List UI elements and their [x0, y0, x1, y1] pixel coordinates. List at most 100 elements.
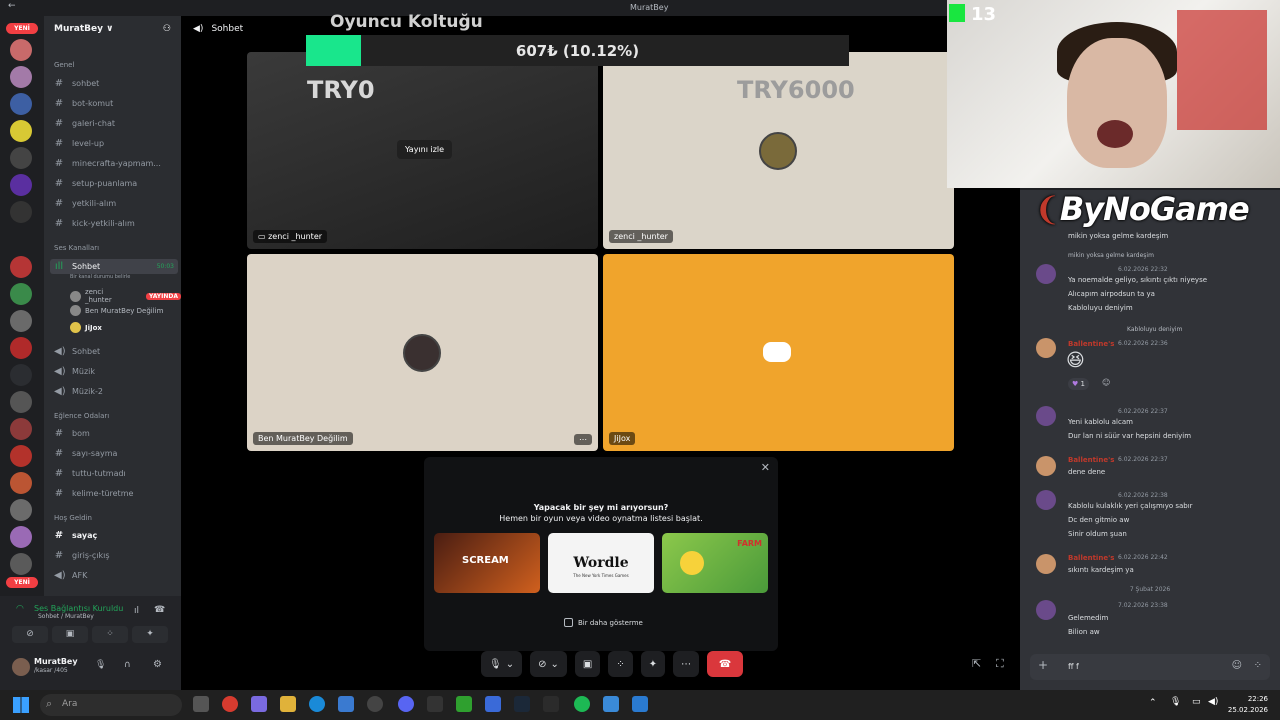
game-card-wordle[interactable]: Wordle The New York Times Games [548, 533, 654, 593]
discord-icon[interactable] [398, 696, 414, 712]
disconnect-button[interactable]: ☎ [707, 651, 744, 677]
avatar[interactable] [1036, 338, 1056, 358]
camera-toggle-button[interactable]: ⊘ [12, 626, 48, 643]
game-card-farm[interactable]: FARM [662, 533, 768, 593]
channel-item[interactable]: # kelime-türetme [54, 488, 174, 499]
server-icon[interactable] [10, 174, 32, 196]
channel-item[interactable]: # minecrafta-yapmam... [54, 158, 174, 169]
avatar[interactable] [12, 658, 30, 676]
edge-icon[interactable] [309, 696, 325, 712]
message-author[interactable]: Ballentine's [1068, 554, 1114, 562]
camera-button[interactable]: ⊘ ⌄ [530, 651, 567, 677]
participant-tile[interactable]: JiJox [603, 254, 954, 451]
app-icon[interactable] [485, 696, 501, 712]
server-icon[interactable] [10, 39, 32, 61]
server-icon[interactable] [10, 499, 32, 521]
mic-button[interactable]: 🎙 ⌄ [481, 651, 523, 677]
channel-item[interactable]: # giriş-çıkış [54, 550, 174, 561]
back-arrow-icon[interactable]: ← [8, 1, 16, 11]
close-icon[interactable]: ✕ [761, 461, 770, 474]
avatar[interactable] [1036, 490, 1056, 510]
activities-button[interactable]: ⁘ [608, 651, 633, 677]
server-icon[interactable] [10, 256, 32, 278]
start-icon[interactable] [13, 697, 29, 713]
server-icon[interactable] [10, 418, 32, 440]
channel-item[interactable]: # kick-yetkili-alım [54, 218, 174, 229]
channel-item[interactable]: # level-up [54, 138, 174, 149]
server-icon[interactable] [10, 310, 32, 332]
avatar[interactable] [1036, 554, 1056, 574]
channel-item[interactable]: # bot-komut [54, 98, 174, 109]
copilot-icon[interactable] [251, 696, 267, 712]
notepad-icon[interactable] [632, 696, 648, 712]
channel-item[interactable]: # yetkili-alım [54, 198, 174, 209]
guild-header[interactable]: MuratBey ∨ ⚇ [44, 16, 181, 44]
more-icon[interactable]: ⋯ [574, 434, 592, 445]
reaction-heart[interactable]: ♥ 1 [1068, 378, 1089, 390]
server-icon[interactable] [10, 472, 32, 494]
channel-item[interactable]: # sayı-sayma [54, 448, 174, 459]
connection-status[interactable]: Ses Bağlantısı Kuruldu [34, 604, 123, 613]
chrome-icon[interactable] [222, 696, 238, 712]
avatar[interactable] [1036, 264, 1056, 284]
game-card-scream[interactable]: SCREAM [434, 533, 540, 593]
activities-button[interactable]: ⁘ [92, 626, 128, 643]
disconnect-icon[interactable]: ☎ [154, 605, 165, 615]
voice-user[interactable]: zenci _hunter YAYINDA [70, 288, 181, 304]
message-reply-preview[interactable]: Kabloluyu deniyim [1127, 326, 1182, 333]
minecraft-icon[interactable] [456, 696, 472, 712]
server-icon[interactable] [10, 201, 32, 223]
server-icon[interactable] [10, 337, 32, 359]
apps-icon[interactable]: ⁘ [1254, 660, 1262, 671]
voice-channel-active[interactable]: ıll Sohbet 50:03 [50, 259, 178, 274]
add-member-icon[interactable]: ⚇ [163, 24, 171, 36]
voice-channel[interactable]: ◀) Müzik-2 [54, 386, 174, 397]
spotify-icon[interactable] [574, 696, 590, 712]
voice-user[interactable]: JiJox [70, 322, 102, 333]
server-icon[interactable] [10, 66, 32, 88]
gear-icon[interactable]: ⚙ [153, 659, 162, 670]
stream-tile[interactable]: Yayını izle ▭ zenci _hunter [247, 52, 598, 249]
server-icon[interactable] [10, 445, 32, 467]
server-icon[interactable] [10, 526, 32, 548]
avatar[interactable] [1036, 406, 1056, 426]
chevron-up-icon[interactable]: ⌃ [1149, 698, 1157, 708]
channel-item[interactable]: # setup-puanlama [54, 178, 174, 189]
category-welcome[interactable]: Hoş Geldin [54, 514, 92, 522]
channel-item[interactable]: ◀) AFK [54, 570, 174, 581]
category-fun[interactable]: Eğlence Odaları [54, 412, 109, 420]
mic-icon[interactable]: 🎙 [95, 660, 106, 670]
channel-item[interactable]: # sayaç [54, 530, 174, 541]
message-author[interactable]: Ballentine's [1068, 456, 1114, 464]
screen-share-button[interactable]: ▣ [52, 626, 88, 643]
message-author[interactable]: Ballentine's [1068, 340, 1114, 348]
popout-icon[interactable]: ⇱ [972, 657, 981, 670]
dont-show-again-checkbox[interactable]: Bir daha gösterme [564, 618, 643, 627]
server-icon[interactable] [10, 147, 32, 169]
mic-icon[interactable]: 🎙 [1170, 697, 1181, 707]
channel-item[interactable]: # galeri-chat [54, 118, 174, 129]
server-icon[interactable] [10, 93, 32, 115]
message-reply-preview[interactable]: mikin yoksa gelme kardeşim [1068, 252, 1154, 259]
category-voice[interactable]: Ses Kanalları [54, 244, 99, 252]
server-icon[interactable] [10, 391, 32, 413]
plus-icon[interactable]: + [1038, 658, 1048, 672]
volume-icon[interactable]: ◀) [1208, 697, 1218, 707]
message-input[interactable]: + ff f ☺ ⁘ [1030, 654, 1270, 680]
server-icon[interactable] [10, 364, 32, 386]
taskbar-search[interactable]: ⌕ Ara [40, 694, 182, 716]
file-explorer-icon[interactable] [280, 696, 296, 712]
voice-channel[interactable]: ◀) Müzik [54, 366, 174, 377]
category-genel[interactable]: Genel [54, 61, 74, 69]
server-icon[interactable] [10, 120, 32, 142]
channel-item[interactable]: # sohbet [54, 78, 174, 89]
channel-item[interactable]: # bom [54, 428, 174, 439]
emoji-icon[interactable]: ☺ [1232, 660, 1242, 671]
fullscreen-icon[interactable]: ⛶ [996, 657, 1004, 671]
server-icon[interactable] [10, 283, 32, 305]
voice-user[interactable]: Ben MuratBey Değilim [70, 305, 163, 316]
channel-item[interactable]: # tuttu-tutmadı [54, 468, 174, 479]
capcut-icon[interactable] [427, 696, 443, 712]
add-reaction-icon[interactable]: ☺ [1102, 378, 1110, 387]
soundboard-button[interactable]: ✦ [640, 651, 666, 677]
